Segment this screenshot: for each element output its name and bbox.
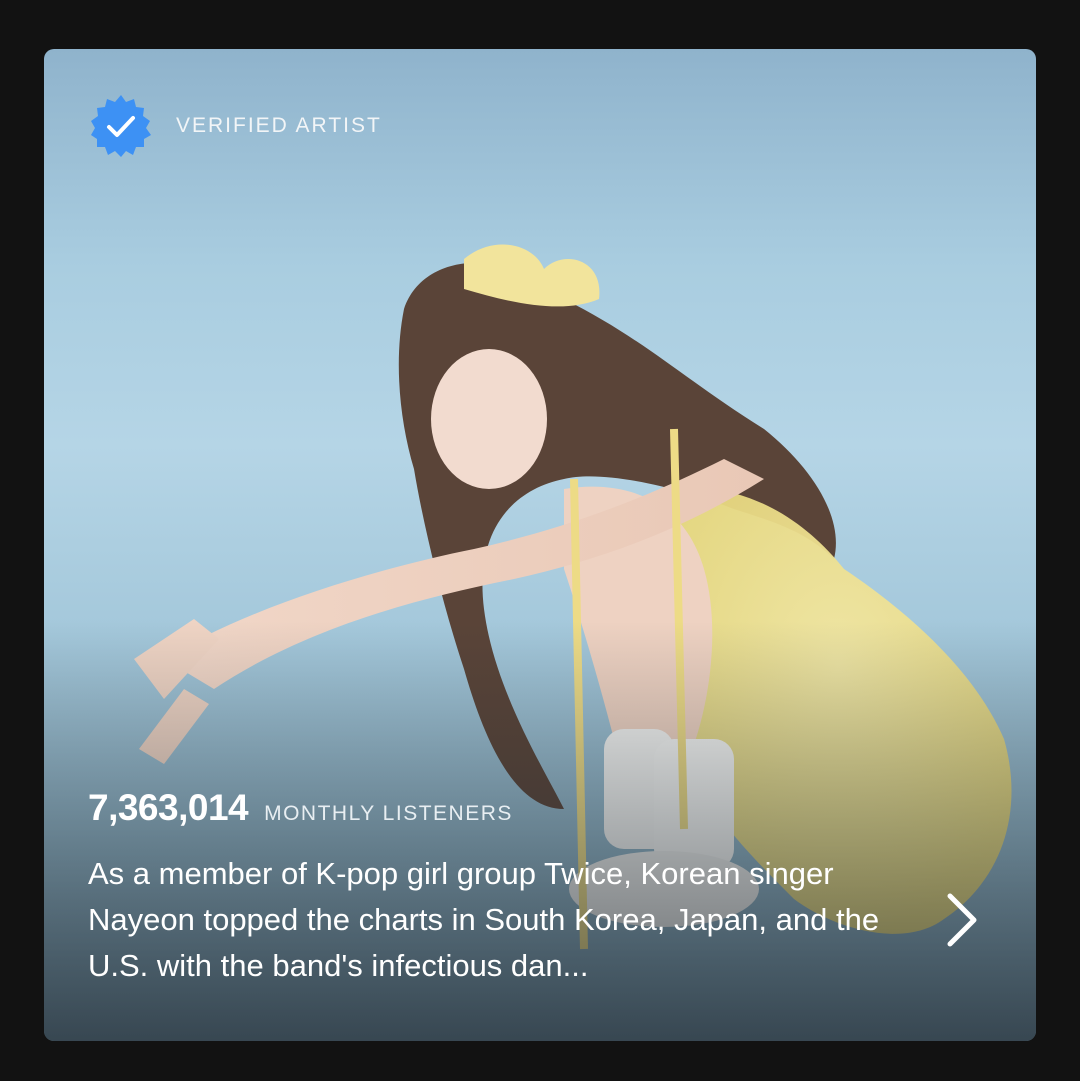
monthly-listeners-label: MONTHLY LISTENERS (264, 802, 513, 825)
verified-artist-label: VERIFIED ARTIST (176, 114, 382, 137)
verified-artist-row: VERIFIED ARTIST (88, 93, 382, 159)
monthly-listeners-count: 7,363,014 (88, 787, 249, 828)
artist-bio: As a member of K-pop girl group Twice, K… (88, 856, 880, 983)
verified-badge-icon (91, 95, 151, 157)
monthly-listeners-row: 7,363,014 MONTHLY LISTENERS (88, 787, 513, 829)
chevron-right-icon[interactable] (942, 892, 982, 948)
artist-about-card[interactable]: VERIFIED ARTIST 7,363,014 MONTHLY LISTEN… (44, 49, 1036, 1041)
